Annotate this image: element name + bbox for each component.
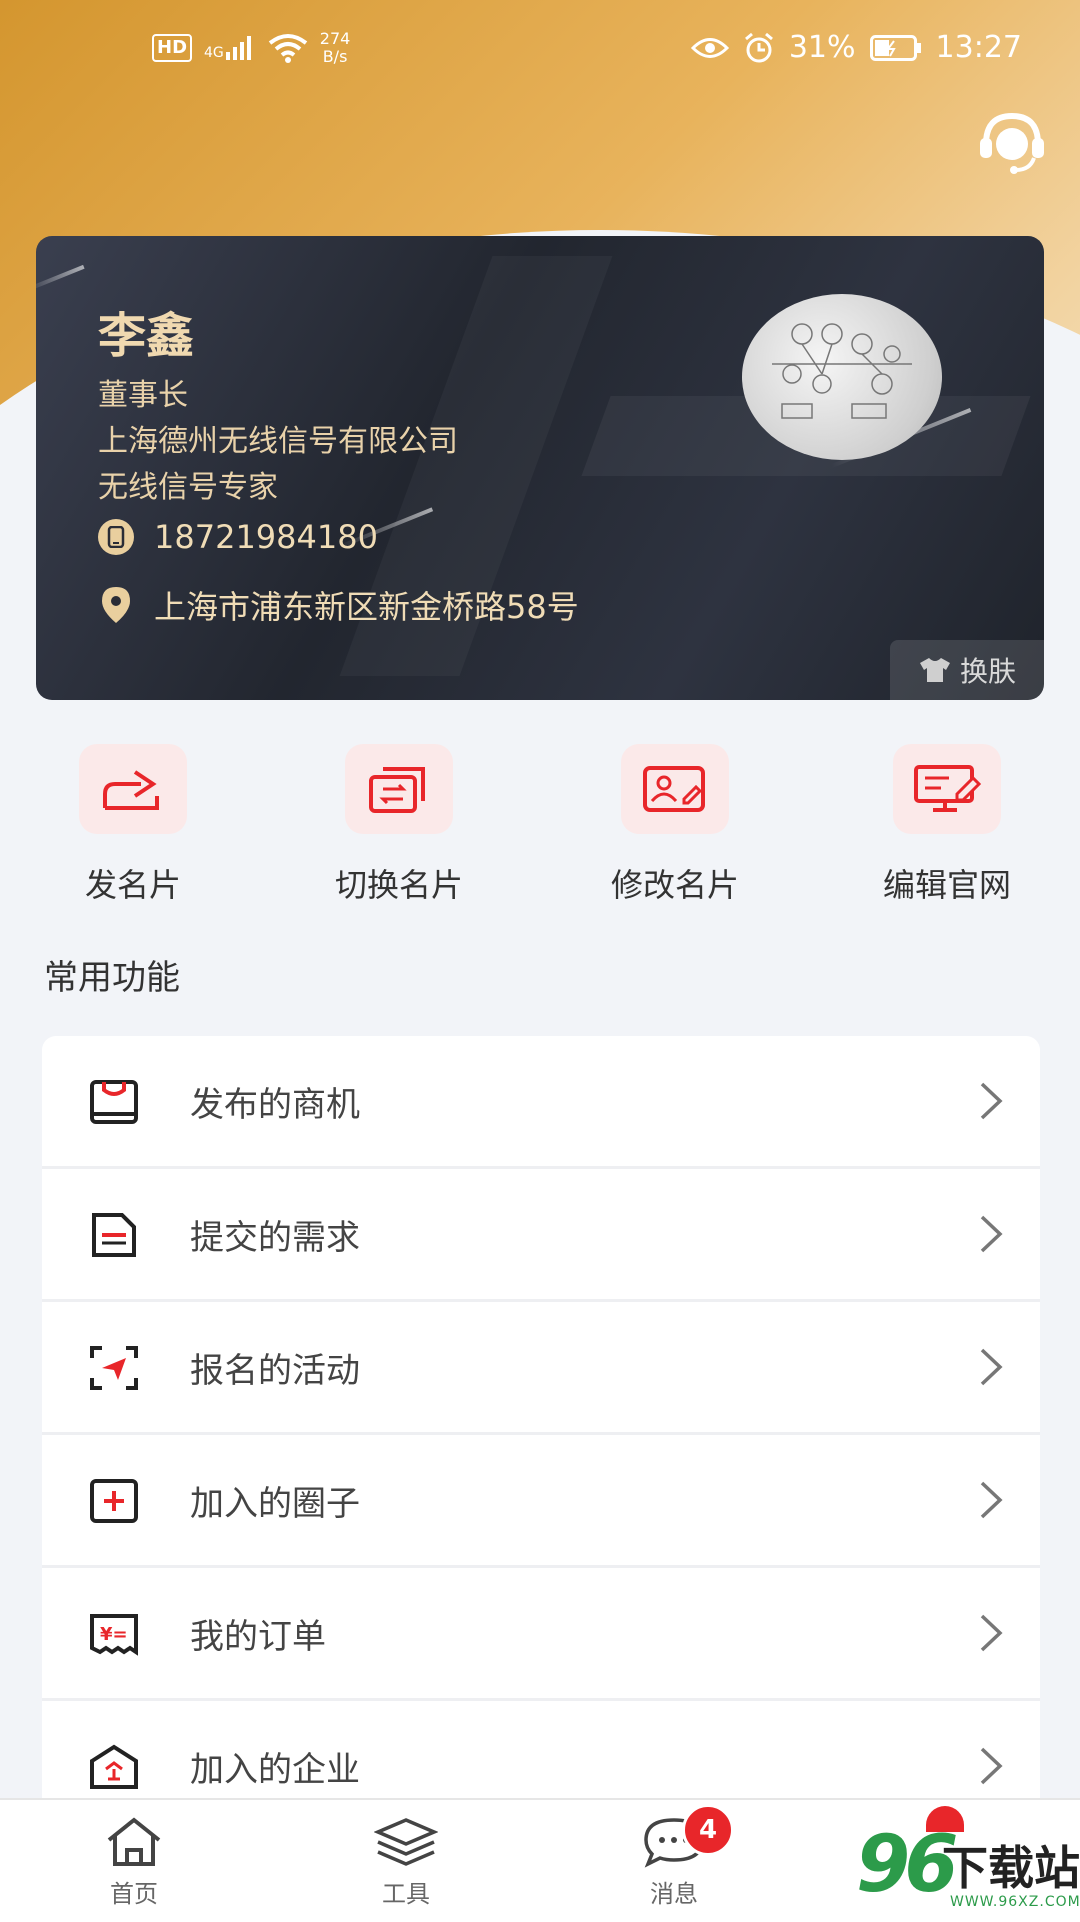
circle-icon — [90, 1479, 138, 1523]
list-item-label: 加入的圈子 — [190, 1483, 360, 1524]
edit-card-icon — [621, 744, 729, 834]
card-address: 上海市浦东新区新金桥路58号 — [154, 588, 579, 626]
watermark-url: WWW.96XZ.COM — [950, 1894, 1080, 1910]
battery-percent: 31% — [788, 30, 856, 65]
send-card-label: 发名片 — [84, 866, 181, 904]
location-pin-icon — [102, 587, 130, 623]
eye-icon — [690, 37, 729, 58]
tab-home-label: 首页 — [110, 1880, 158, 1908]
chevron-right-icon — [980, 1747, 1003, 1785]
status-left: HD 4G 274 B/s — [152, 30, 350, 66]
change-skin-button[interactable]: 换肤 — [890, 640, 1044, 700]
card-slogan: 无线信号专家 — [98, 470, 278, 505]
cellular-signal-icon: 4G — [204, 36, 256, 60]
clock-time: 13:27 — [935, 30, 1022, 65]
requirement-icon — [92, 1213, 136, 1257]
enterprise-icon — [90, 1744, 138, 1789]
list-item-orders[interactable]: ¥= 我的订单 — [42, 1568, 1040, 1701]
send-card-button[interactable]: 发名片 — [18, 744, 248, 906]
card-actions: 发名片 切换名片 修改名片 编辑官网 — [0, 744, 1080, 904]
chevron-right-icon — [980, 1481, 1003, 1519]
chevron-right-icon — [980, 1348, 1003, 1386]
tshirt-icon — [919, 658, 950, 682]
watermark-number: 96 — [856, 1820, 959, 1910]
hd-indicator: HD — [152, 34, 193, 62]
edit-card-button[interactable]: 修改名片 — [560, 744, 790, 906]
wifi-icon — [268, 34, 308, 63]
list-item-opportunities[interactable]: 发布的商机 — [42, 1036, 1040, 1169]
list-item-circles[interactable]: 加入的圈子 — [42, 1435, 1040, 1568]
list-item-requirements[interactable]: 提交的需求 — [42, 1169, 1040, 1302]
card-name: 李鑫 — [98, 308, 195, 364]
chevron-right-icon — [980, 1614, 1003, 1652]
list-item-label: 提交的需求 — [190, 1217, 360, 1258]
switch-card-button[interactable]: 切换名片 — [284, 744, 514, 906]
customer-service-icon[interactable] — [976, 108, 1048, 176]
switch-card-icon — [345, 744, 453, 834]
switch-card-label: 切换名片 — [334, 866, 463, 904]
tab-messages[interactable]: 消息 4 — [614, 1804, 734, 1909]
avatar-sketch — [772, 323, 912, 419]
card-company: 上海德州无线信号有限公司 — [98, 424, 458, 459]
alarm-icon — [744, 32, 773, 62]
layers-icon — [374, 1818, 438, 1866]
chevron-right-icon — [980, 1082, 1003, 1120]
tab-home[interactable]: 首页 — [74, 1816, 194, 1909]
edit-website-button[interactable]: 编辑官网 — [832, 744, 1062, 906]
list-item-label: 报名的活动 — [190, 1350, 360, 1391]
home-icon — [107, 1817, 161, 1866]
opportunity-icon — [90, 1080, 138, 1124]
watermark-text: 下载站 — [942, 1841, 1080, 1895]
edit-card-label: 修改名片 — [610, 866, 739, 904]
list-item-label: 我的订单 — [190, 1616, 326, 1657]
change-skin-label: 换肤 — [959, 655, 1016, 688]
battery-icon — [869, 34, 921, 61]
status-bar: HD 4G 274 B/s 31% 13:27 — [0, 0, 1080, 100]
unread-badge: 4 — [682, 1804, 734, 1856]
feature-list: 发布的商机 提交的需求 报名的活动 加入的圈子 ¥= 我的订单 加入的企业 — [42, 1036, 1040, 1834]
watermark-logo: 96 下载站 WWW.96XZ.COM — [850, 1806, 1080, 1920]
business-card[interactable]: 李鑫 董事长 上海德州无线信号有限公司 无线信号专家 18721984180 上… — [36, 236, 1044, 700]
tab-tools-label: 工具 — [382, 1880, 430, 1908]
svg-text:¥=: ¥= — [100, 1624, 128, 1645]
share-card-icon — [79, 744, 187, 834]
card-job-title: 董事长 — [98, 378, 188, 413]
list-item-label: 加入的企业 — [190, 1749, 360, 1790]
avatar[interactable] — [742, 294, 942, 460]
card-phone-row[interactable]: 18721984180 — [98, 518, 378, 556]
phone-icon — [98, 519, 134, 555]
status-right: 31% 13:27 — [690, 30, 1022, 65]
tab-tools[interactable]: 工具 — [346, 1816, 466, 1909]
card-decoration — [36, 264, 85, 292]
edit-website-icon — [893, 744, 1001, 834]
card-address-row[interactable]: 上海市浦东新区新金桥路58号 — [98, 582, 579, 628]
activity-icon — [90, 1346, 138, 1390]
tab-messages-label: 消息 — [650, 1880, 698, 1908]
list-item-activities[interactable]: 报名的活动 — [42, 1302, 1040, 1435]
chevron-right-icon — [980, 1215, 1003, 1253]
net-speed: 274 B/s — [319, 29, 351, 66]
card-phone: 18721984180 — [154, 518, 378, 556]
section-title: 常用功能 — [44, 958, 180, 998]
edit-website-label: 编辑官网 — [882, 866, 1011, 904]
list-item-label: 发布的商机 — [190, 1084, 360, 1125]
order-icon: ¥= — [90, 1614, 138, 1656]
